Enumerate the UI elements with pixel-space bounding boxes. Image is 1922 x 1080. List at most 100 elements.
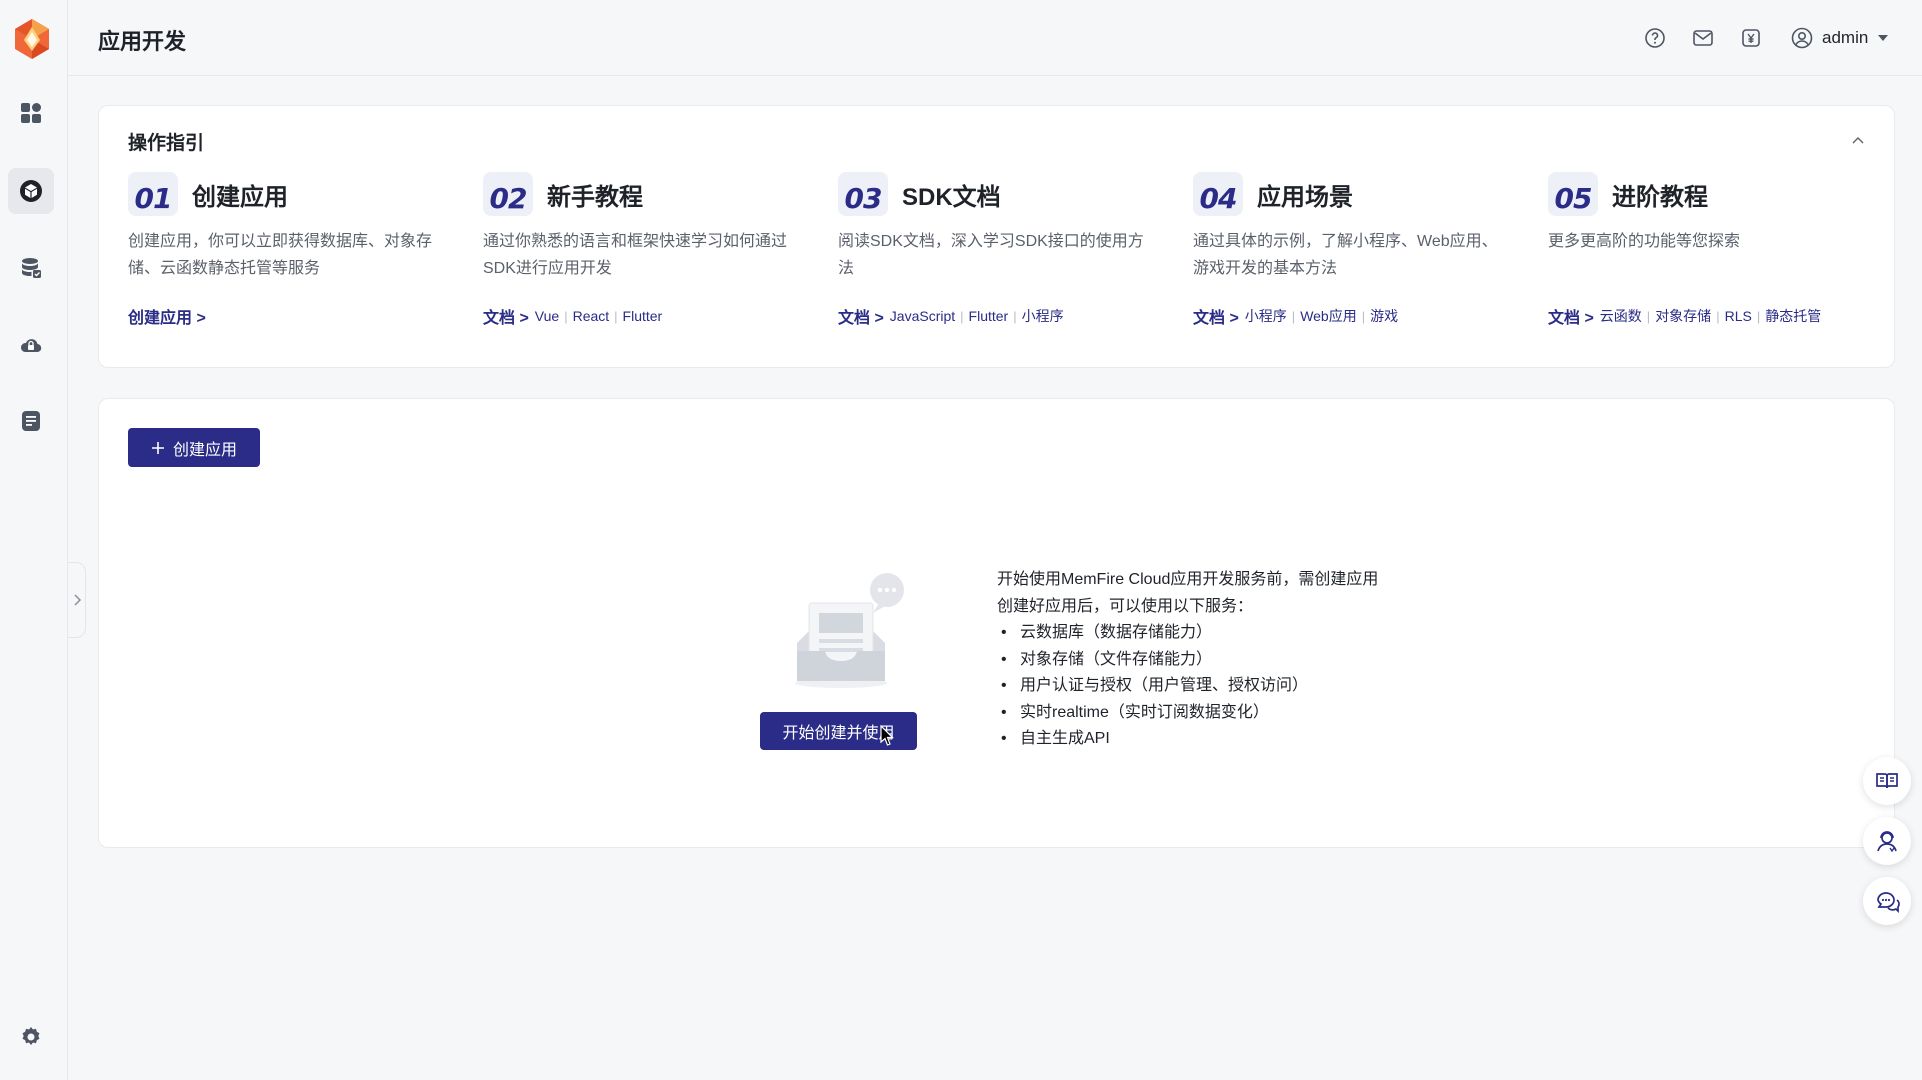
service-list: 云数据库（数据存储能力） 对象存储（文件存储能力） 用户认证与授权（用户管理、授… (997, 620, 1378, 753)
link-separator: | (1291, 308, 1296, 324)
step-title: 创建应用 (192, 183, 288, 211)
doc-link-miniprogram[interactable]: 小程序 (1245, 306, 1287, 326)
step-links: 文档 > 云函数 | 对象存储 | RLS | 静态托管 (1548, 304, 1868, 328)
step-title: 进阶教程 (1612, 183, 1708, 211)
doc-link-javascript[interactable]: JavaScript (890, 308, 955, 324)
app-cube-icon (20, 180, 42, 202)
step-description: 阅读SDK文档，深入学习SDK接口的使用方法 (838, 233, 1144, 277)
mail-icon[interactable] (1691, 26, 1715, 50)
doc-link-miniprogram[interactable]: 小程序 (1022, 306, 1064, 326)
step-description: 通过具体的示例，了解小程序、Web应用、游戏开发的基本方法 (1193, 233, 1498, 277)
service-info: 开始使用MemFire Cloud应用开发服务前，需创建应用 创建好应用后，可以… (997, 567, 1378, 753)
nav-dashboard[interactable] (8, 90, 54, 136)
nav-database[interactable] (8, 245, 54, 291)
caret-down-icon (1878, 35, 1889, 41)
dashboard-icon (21, 103, 41, 123)
docs-book-icon (1876, 773, 1898, 789)
help-icon[interactable] (1643, 26, 1667, 50)
step-links: 文档 > JavaScript | Flutter | 小程序 (838, 304, 1158, 328)
nav-settings[interactable] (8, 1014, 54, 1060)
step-links: 文档 > 小程序 | Web应用 | 游戏 (1193, 304, 1513, 328)
user-menu[interactable]: admin (1790, 24, 1890, 52)
settings-gear-icon (22, 1027, 40, 1045)
doc-link-flutter[interactable]: Flutter (623, 308, 663, 324)
chevron-right-icon (73, 594, 81, 606)
nav-storage[interactable] (8, 322, 54, 368)
step-title: 新手教程 (547, 183, 643, 211)
chat-icon (1877, 892, 1900, 914)
page-title: 应用开发 (98, 29, 187, 54)
floating-support-button[interactable] (1863, 817, 1911, 865)
floating-chat-button[interactable] (1863, 877, 1911, 925)
service-item: 自主生成API (997, 726, 1378, 753)
step-links: 创建应用 > (128, 304, 448, 328)
chevron-up-icon[interactable] (1850, 132, 1866, 148)
database-icon (22, 258, 41, 278)
empty-state-illustration (795, 573, 904, 688)
docs-link[interactable]: 文档 > (838, 304, 884, 328)
doc-link-static-hosting[interactable]: 静态托管 (1765, 306, 1821, 326)
docs-link[interactable]: 文档 > (1193, 304, 1239, 328)
service-item: 对象存储（文件存储能力） (997, 647, 1378, 674)
floating-docs-button[interactable] (1863, 757, 1911, 805)
docs-link[interactable]: 文档 > (483, 304, 529, 328)
document-icon (22, 411, 40, 431)
doc-link-object-storage[interactable]: 对象存储 (1655, 306, 1711, 326)
step-description: 创建应用，你可以立即获得数据库、对象存储、云函数静态托管等服务 (128, 233, 433, 277)
link-separator: | (1716, 308, 1720, 324)
sidebar-expand-toggle[interactable] (68, 562, 86, 638)
create-app-link[interactable]: 创建应用 > (128, 304, 206, 328)
doc-link-rls[interactable]: RLS (1725, 308, 1752, 324)
mouse-cursor-icon (880, 725, 894, 746)
guide-step-4: 04 应用场景 通过具体的示例，了解小程序、Web应用、游戏开发的基本方法 文档… (1193, 172, 1513, 328)
doc-link-react[interactable]: React (573, 308, 610, 324)
step-title: SDK文档 (902, 183, 1001, 211)
top-header: 应用开发 admin (68, 0, 1922, 76)
guide-step-1: 01 创建应用 创建应用，你可以立即获得数据库、对象存储、云函数静态托管等服务 … (128, 172, 448, 328)
doc-link-cloud-function[interactable]: 云函数 (1600, 306, 1642, 326)
user-icon (1791, 27, 1813, 49)
sidebar (0, 0, 68, 1080)
nav-documents[interactable] (8, 398, 54, 444)
step-number: 02 (483, 172, 533, 216)
operation-guide-card: 操作指引 01 创建应用 创建应用，你可以立即获得数据库、对象存储、云函数静态托… (98, 105, 1895, 368)
step-number: 03 (838, 172, 888, 216)
support-agent-icon (1877, 831, 1897, 853)
step-title: 应用场景 (1257, 183, 1353, 211)
service-item: 云数据库（数据存储能力） (997, 620, 1378, 647)
step-number: 01 (128, 172, 178, 216)
link-separator: | (1646, 308, 1651, 324)
info-subtitle: 创建好应用后，可以使用以下服务： (997, 597, 1254, 615)
app-list-card: 创建应用 开始创建并使用 开始使用MemFire Cloud应用开发服务前，需创… (98, 398, 1895, 848)
link-separator: | (1013, 308, 1017, 324)
plus-icon (151, 441, 164, 454)
guide-title: 操作指引 (128, 133, 205, 154)
guide-step-5: 05 进阶教程 更多更高阶的功能等您探索 文档 > 云函数 | 对象存储 | R… (1548, 172, 1868, 328)
service-item: 实时realtime（实时订阅数据变化） (997, 700, 1378, 727)
guide-step-3: 03 SDK文档 阅读SDK文档，深入学习SDK接口的使用方法 文档 > Jav… (838, 172, 1158, 328)
link-separator: | (614, 308, 618, 324)
username: admin (1822, 28, 1869, 47)
info-intro: 开始使用MemFire Cloud应用开发服务前，需创建应用 (997, 571, 1379, 588)
billing-icon[interactable] (1739, 26, 1763, 50)
create-app-label: 创建应用 (172, 441, 237, 459)
docs-link[interactable]: 文档 > (1548, 304, 1594, 328)
doc-link-vue[interactable]: Vue (535, 308, 559, 324)
link-separator: | (564, 308, 568, 324)
step-description: 更多更高阶的功能等您探索 (1548, 233, 1741, 250)
step-links: 文档 > Vue | React | Flutter (483, 304, 803, 328)
step-description: 通过你熟悉的语言和框架快速学习如何通过SDK进行应用开发 (483, 233, 788, 277)
link-separator: | (1756, 308, 1761, 324)
nav-app-development[interactable] (8, 168, 54, 214)
step-number: 05 (1548, 172, 1598, 216)
guide-step-2: 02 新手教程 通过你熟悉的语言和框架快速学习如何通过SDK进行应用开发 文档 … (483, 172, 803, 328)
link-separator: | (1361, 308, 1366, 324)
memfire-logo[interactable] (13, 18, 51, 60)
cloud-lock-icon (20, 339, 42, 353)
create-app-button[interactable]: 创建应用 (128, 428, 260, 467)
doc-link-game[interactable]: 游戏 (1370, 306, 1398, 326)
link-separator: | (960, 308, 964, 324)
step-number: 04 (1193, 172, 1243, 216)
doc-link-webapp[interactable]: Web应用 (1300, 306, 1357, 326)
doc-link-flutter[interactable]: Flutter (969, 308, 1009, 324)
